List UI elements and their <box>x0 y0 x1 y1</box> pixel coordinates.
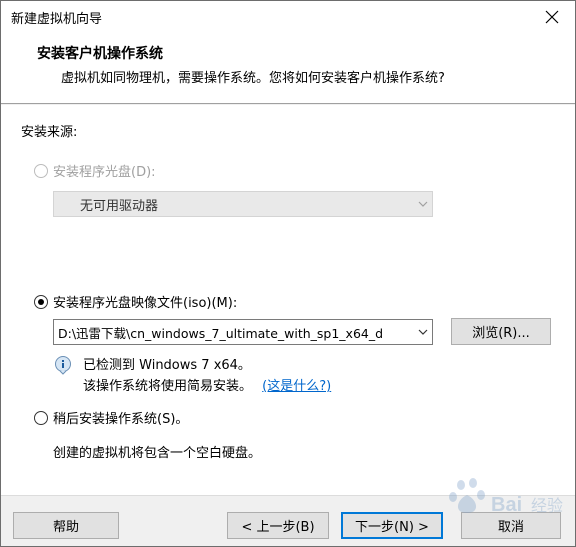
title-bar: 新建虚拟机向导 <box>1 1 575 32</box>
install-later-radio[interactable] <box>34 410 48 425</box>
install-source-label: 安装来源: <box>21 125 78 140</box>
back-button[interactable]: < 上一步(B) <box>227 512 329 539</box>
install-later-label: 稍后安装操作系统(S)。 <box>53 412 189 427</box>
wizard-body: 安装来源: 安装程序光盘(D): 无可用驱动器 安装程序光盘映像文件(iso)(… <box>1 105 575 495</box>
new-vm-wizard-window: 新建虚拟机向导 安装客户机操作系统 虚拟机如同物理机，需要操作系统。您将如何安装… <box>0 0 576 547</box>
browse-button[interactable]: 浏览(R)... <box>451 318 551 345</box>
disc-drive-value: 无可用驱动器 <box>80 198 159 214</box>
disc-radio[interactable] <box>34 163 48 178</box>
disc-radio-label: 安装程序光盘(D): <box>53 165 156 180</box>
easy-install-line: 该操作系统将使用简易安装。 (这是什么?) <box>83 375 331 394</box>
disc-drive-select[interactable]: 无可用驱动器 <box>53 191 433 217</box>
iso-radio[interactable] <box>34 294 48 309</box>
close-button[interactable] <box>529 1 575 32</box>
footer-divider <box>1 495 575 496</box>
page-title: 安装客户机操作系统 <box>37 46 163 62</box>
detected-os-text: 已检测到 Windows 7 x64。 <box>83 358 251 373</box>
chevron-down-icon[interactable] <box>414 320 432 344</box>
iso-radio-option[interactable]: 安装程序光盘映像文件(iso)(M): <box>34 292 237 311</box>
help-button[interactable]: 帮助 <box>13 512 119 539</box>
cancel-button[interactable]: 取消 <box>461 512 561 539</box>
close-icon <box>545 10 559 23</box>
wizard-header: 安装客户机操作系统 虚拟机如同物理机，需要操作系统。您将如何安装客户机操作系统? <box>1 32 575 104</box>
info-icon <box>53 355 73 379</box>
install-later-description: 创建的虚拟机将包含一个空白硬盘。 <box>53 446 262 461</box>
disc-radio-option[interactable]: 安装程序光盘(D): <box>34 161 156 180</box>
easy-install-text: 该操作系统将使用简易安装。 <box>83 379 253 394</box>
iso-path-value[interactable]: D:\迅雷下载\cn_windows_7_ultimate_with_sp1_x… <box>54 323 414 342</box>
iso-radio-label: 安装程序光盘映像文件(iso)(M): <box>53 296 238 311</box>
page-subtitle: 虚拟机如同物理机，需要操作系统。您将如何安装客户机操作系统? <box>61 71 445 86</box>
next-button[interactable]: 下一步(N) > <box>341 512 443 539</box>
iso-path-combo[interactable]: D:\迅雷下载\cn_windows_7_ultimate_with_sp1_x… <box>53 319 433 345</box>
install-later-radio-option[interactable]: 稍后安装操作系统(S)。 <box>34 408 188 427</box>
chevron-down-icon <box>414 192 432 216</box>
window-title: 新建虚拟机向导 <box>11 12 103 27</box>
whats-this-link[interactable]: (这是什么?) <box>262 379 331 394</box>
